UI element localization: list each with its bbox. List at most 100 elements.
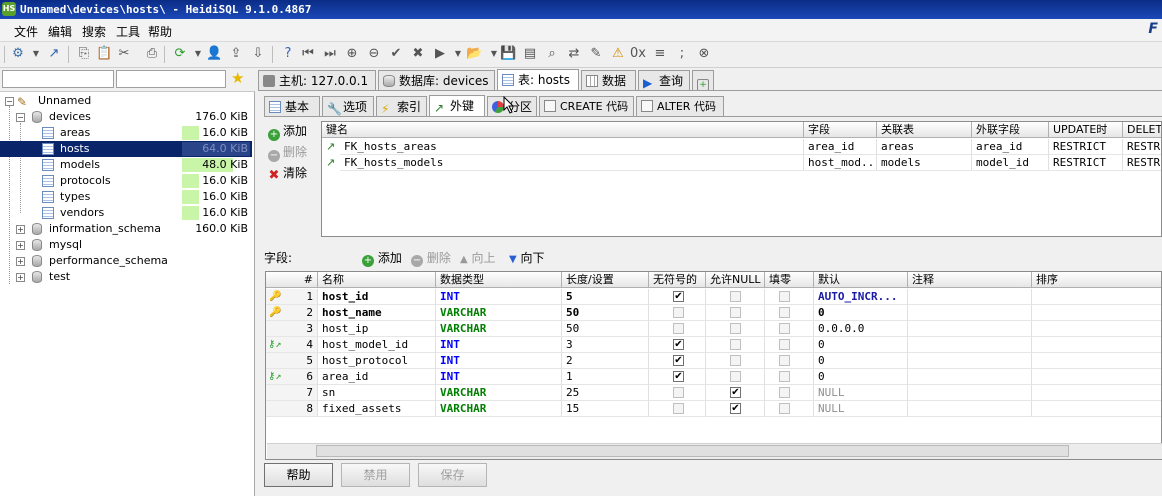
column-header[interactable]: 数据类型 (436, 272, 562, 288)
row-number-cell[interactable]: 5 (266, 353, 318, 369)
checkbox[interactable]: ✔ (673, 355, 684, 366)
dropdown-arrow-icon[interactable]: ▼ (28, 46, 44, 62)
explain-icon[interactable]: ≡ (652, 46, 668, 62)
collation-cell[interactable] (1032, 353, 1161, 369)
tab-foreign-keys[interactable]: ↗ 外键 (429, 95, 485, 117)
tree-item-hosts[interactable]: hosts 64.0 KiB (0, 141, 252, 157)
column-header[interactable]: 无符号的 (649, 272, 706, 288)
zerofill-checkbox-cell[interactable] (765, 353, 814, 369)
table-filter-input[interactable] (116, 70, 226, 88)
unsigned-checkbox-cell[interactable] (649, 305, 706, 321)
default-cell[interactable]: 0 (814, 353, 908, 369)
checkbox[interactable] (779, 323, 790, 334)
zerofill-checkbox-cell[interactable] (765, 305, 814, 321)
checkbox[interactable] (730, 291, 741, 302)
column-header[interactable]: 注释 (908, 272, 1032, 288)
tree-root[interactable]: − ✎ Unnamed (0, 93, 252, 109)
favorites-star-icon[interactable]: ★ (231, 69, 244, 87)
column-header[interactable]: 关联表 (877, 122, 972, 138)
delete-record-icon[interactable]: ⊖ (366, 46, 382, 62)
horizontal-scrollbar[interactable] (267, 443, 1162, 459)
help-button[interactable]: 帮助 (264, 463, 333, 487)
tab-host[interactable]: 主机: 127.0.0.1 (258, 70, 376, 90)
row-number-cell[interactable]: ⚷↗ 6 (266, 369, 318, 385)
data-type-cell[interactable]: INT (436, 353, 562, 369)
allow-null-checkbox-cell[interactable]: ✔ (706, 401, 765, 417)
checkbox[interactable] (779, 403, 790, 414)
column-name-cell[interactable]: fixed_assets (318, 401, 436, 417)
tab-table[interactable]: 表: hosts (497, 69, 579, 91)
length-cell[interactable]: 2 (562, 353, 649, 369)
column-header[interactable]: 允许NULL (706, 272, 765, 288)
checkbox[interactable] (779, 387, 790, 398)
menu-search[interactable]: 搜索 (82, 23, 106, 40)
replace-icon[interactable]: ⇄ (566, 46, 582, 62)
checkbox[interactable]: ✔ (673, 291, 684, 302)
comment-cell[interactable] (908, 305, 1032, 321)
column-header[interactable]: 字段 (804, 122, 877, 138)
unsigned-checkbox-cell[interactable]: ✔ (649, 289, 706, 305)
allow-null-checkbox-cell[interactable] (706, 337, 765, 353)
length-cell[interactable]: 50 (562, 321, 649, 337)
cell[interactable]: RESTRICT (1049, 139, 1123, 155)
row-number-cell[interactable]: 🔑 1 (266, 289, 318, 305)
dropdown-arrow-icon[interactable]: ▼ (190, 46, 206, 62)
add-field-button[interactable]: + 添加 (362, 249, 402, 267)
data-type-cell[interactable]: INT (436, 369, 562, 385)
menu-edit[interactable]: 编辑 (48, 23, 72, 40)
hex-icon[interactable]: 0x (630, 46, 646, 62)
remove-foreign-key-button[interactable]: − 删除 (268, 143, 307, 162)
scrollbar-thumb[interactable] (316, 445, 1069, 457)
semicolon-icon[interactable]: ; (674, 46, 690, 62)
column-name-cell[interactable]: host_ip (318, 321, 436, 337)
default-cell[interactable]: 0 (814, 337, 908, 353)
cell[interactable]: areas (877, 139, 972, 155)
tree-item-types[interactable]: types 16.0 KiB (0, 189, 252, 205)
checkbox[interactable]: ✔ (673, 371, 684, 382)
checkbox[interactable] (730, 355, 741, 366)
tree-item-vendors[interactable]: vendors 16.0 KiB (0, 205, 252, 221)
discard-button[interactable]: 禁用 (341, 463, 410, 487)
tab-indexes[interactable]: ⚡ 索引 (376, 96, 427, 116)
column-header[interactable]: 键名 (322, 122, 804, 138)
default-cell[interactable]: NULL (814, 385, 908, 401)
comment-cell[interactable] (908, 401, 1032, 417)
warning-icon[interactable]: ⚠ (610, 46, 626, 62)
default-cell[interactable]: NULL (814, 401, 908, 417)
help-icon[interactable]: ? (280, 46, 296, 62)
data-type-cell[interactable]: VARCHAR (436, 385, 562, 401)
zerofill-checkbox-cell[interactable] (765, 401, 814, 417)
tree-item-information-schema[interactable]: + information_schema 160.0 KiB (0, 221, 252, 237)
collation-cell[interactable] (1032, 401, 1161, 417)
column-header[interactable]: # (266, 272, 318, 288)
menu-tools[interactable]: 工具 (116, 23, 140, 40)
length-cell[interactable]: 50 (562, 305, 649, 321)
cell[interactable]: area_id (804, 139, 877, 155)
tab-new-query[interactable]: + (692, 70, 714, 91)
checkbox[interactable]: ✔ (730, 387, 741, 398)
column-name-cell[interactable]: area_id (318, 369, 436, 385)
tree-item-mysql[interactable]: + mysql (0, 237, 252, 253)
row-number-cell[interactable]: ⚷↗ 4 (266, 337, 318, 353)
allow-null-checkbox-cell[interactable]: ✔ (706, 385, 765, 401)
zerofill-checkbox-cell[interactable] (765, 369, 814, 385)
column-name-cell[interactable]: host_model_id (318, 337, 436, 353)
zerofill-checkbox-cell[interactable] (765, 321, 814, 337)
column-header[interactable]: 默认 (814, 272, 908, 288)
cut-icon[interactable]: ✂ (116, 46, 132, 62)
zerofill-checkbox-cell[interactable] (765, 385, 814, 401)
menu-help[interactable]: 帮助 (148, 23, 172, 40)
default-cell[interactable]: AUTO_INCR... (814, 289, 908, 305)
data-type-cell[interactable]: VARCHAR (436, 305, 562, 321)
checkbox[interactable] (779, 307, 790, 318)
comment-cell[interactable] (908, 385, 1032, 401)
dropdown-arrow-icon[interactable]: ▼ (450, 46, 466, 62)
comment-cell[interactable] (908, 369, 1032, 385)
move-down-button[interactable]: ▼ 向下 (509, 249, 545, 266)
checkbox[interactable] (779, 291, 790, 302)
column-header[interactable]: 名称 (318, 272, 436, 288)
zerofill-checkbox-cell[interactable] (765, 337, 814, 353)
menu-file[interactable]: 文件 (14, 23, 38, 40)
expand-icon[interactable]: + (16, 241, 25, 250)
collation-cell[interactable] (1032, 369, 1161, 385)
